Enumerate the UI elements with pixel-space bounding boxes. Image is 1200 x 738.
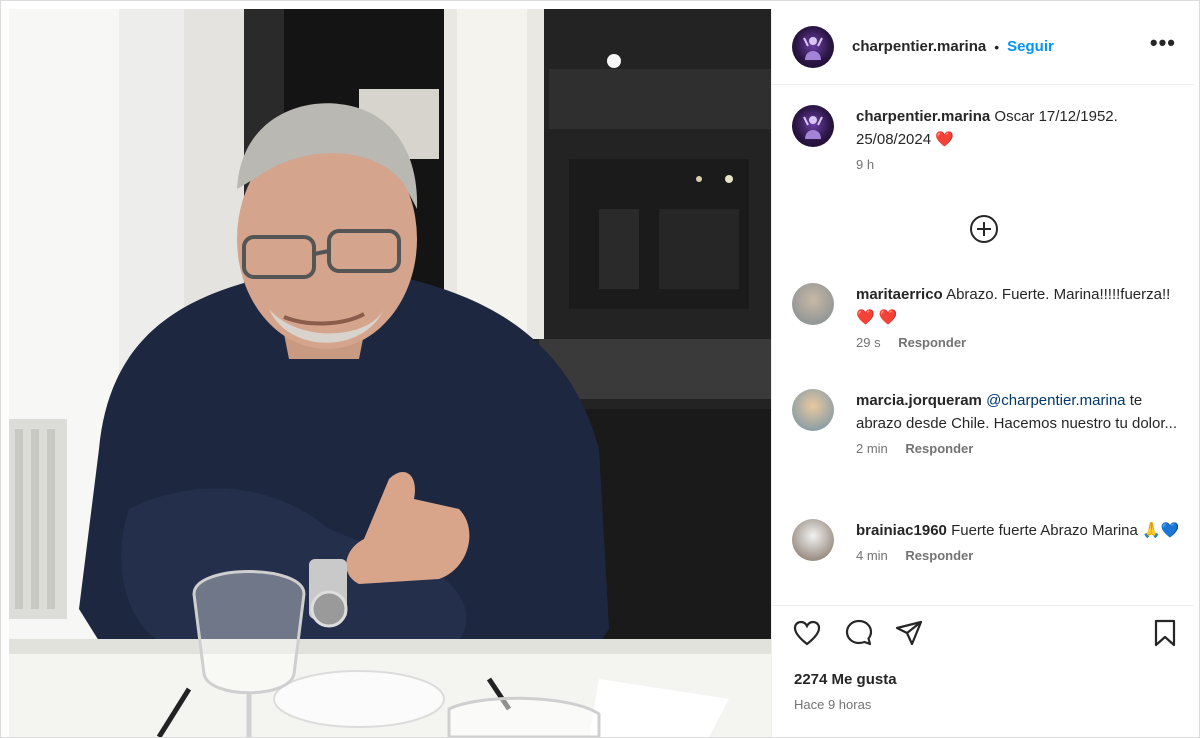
comment-text: Abrazo. Fuerte. Marina!!!!!fuerza!!: [946, 286, 1171, 303]
reply-button[interactable]: Responder: [898, 335, 966, 350]
comment-time[interactable]: 2 min: [856, 441, 888, 456]
post-header: charpentier.marina • Seguir •••: [772, 9, 1194, 85]
author-username[interactable]: charpentier.marina: [852, 38, 986, 55]
comment-meta: 4 min Responder: [856, 548, 1179, 563]
comment-item: marcia.jorqueram @charpentier.marina te …: [792, 389, 1182, 456]
caption-avatar[interactable]: [792, 105, 834, 147]
author-avatar-image: [803, 36, 823, 60]
comment-text-block: marcia.jorqueram @charpentier.marina te …: [856, 389, 1182, 435]
comment-item: maritaerrico Abrazo. Fuerte. Marina!!!!!…: [792, 283, 1182, 350]
comment-avatar[interactable]: [792, 389, 834, 431]
caption-emoji: ❤️: [935, 131, 954, 148]
comment-username[interactable]: brainiac1960: [856, 522, 947, 539]
author-avatar[interactable]: [792, 25, 834, 68]
reply-button[interactable]: Responder: [905, 441, 973, 456]
comment-mention[interactable]: @charpentier.marina: [986, 392, 1125, 409]
caption-time[interactable]: 9 h: [856, 157, 874, 172]
follow-button[interactable]: Seguir: [1007, 38, 1054, 55]
likes-count[interactable]: 2274 Me gusta: [794, 671, 897, 688]
paper-plane-icon[interactable]: [894, 618, 924, 648]
caption-username[interactable]: charpentier.marina: [856, 108, 990, 125]
comment-username[interactable]: maritaerrico: [856, 286, 943, 303]
comment-username[interactable]: marcia.jorqueram: [856, 392, 982, 409]
comment-time[interactable]: 29 s: [856, 335, 881, 350]
post-timestamp[interactable]: Hace 9 horas: [794, 697, 871, 712]
comment-text: Fuerte fuerte Abrazo Marina: [951, 522, 1138, 539]
comment-time[interactable]: 4 min: [856, 548, 888, 563]
comment-item: brainiac1960 Fuerte fuerte Abrazo Marina…: [792, 519, 1182, 563]
comment-meta: 2 min Responder: [856, 441, 1182, 456]
post-photo-image: [9, 9, 771, 737]
caption-text-block: charpentier.marina Oscar 17/12/1952. 25/…: [856, 105, 1182, 151]
caption-avatar-image: [803, 116, 823, 139]
comment-avatar[interactable]: [792, 519, 834, 561]
comment-text-block: maritaerrico Abrazo. Fuerte. Marina!!!!!…: [856, 283, 1182, 329]
post-photo[interactable]: [9, 9, 771, 737]
caption-meta: 9 h: [856, 157, 1182, 172]
post-side-panel: charpentier.marina • Seguir ••• charpent…: [771, 9, 1194, 737]
heart-outline-icon[interactable]: [792, 618, 822, 648]
comment-avatar[interactable]: [792, 283, 834, 325]
reply-button[interactable]: Responder: [905, 548, 973, 563]
speech-bubble-icon[interactable]: [844, 618, 874, 648]
bookmark-icon[interactable]: [1150, 618, 1180, 648]
comment-text-block: brainiac1960 Fuerte fuerte Abrazo Marina…: [856, 519, 1179, 542]
more-options-icon[interactable]: •••: [1150, 32, 1176, 54]
instagram-post-window: charpentier.marina • Seguir ••• charpent…: [0, 0, 1200, 738]
post-caption: charpentier.marina Oscar 17/12/1952. 25/…: [792, 105, 1182, 172]
comment-meta: 29 s Responder: [856, 335, 1182, 350]
load-more-comments-icon[interactable]: [968, 213, 1000, 245]
comment-emoji: ❤️ ❤️: [856, 309, 898, 326]
comment-emoji: 🙏💙: [1142, 522, 1180, 539]
action-bar: [772, 605, 1194, 655]
separator-dot: •: [994, 38, 1000, 55]
